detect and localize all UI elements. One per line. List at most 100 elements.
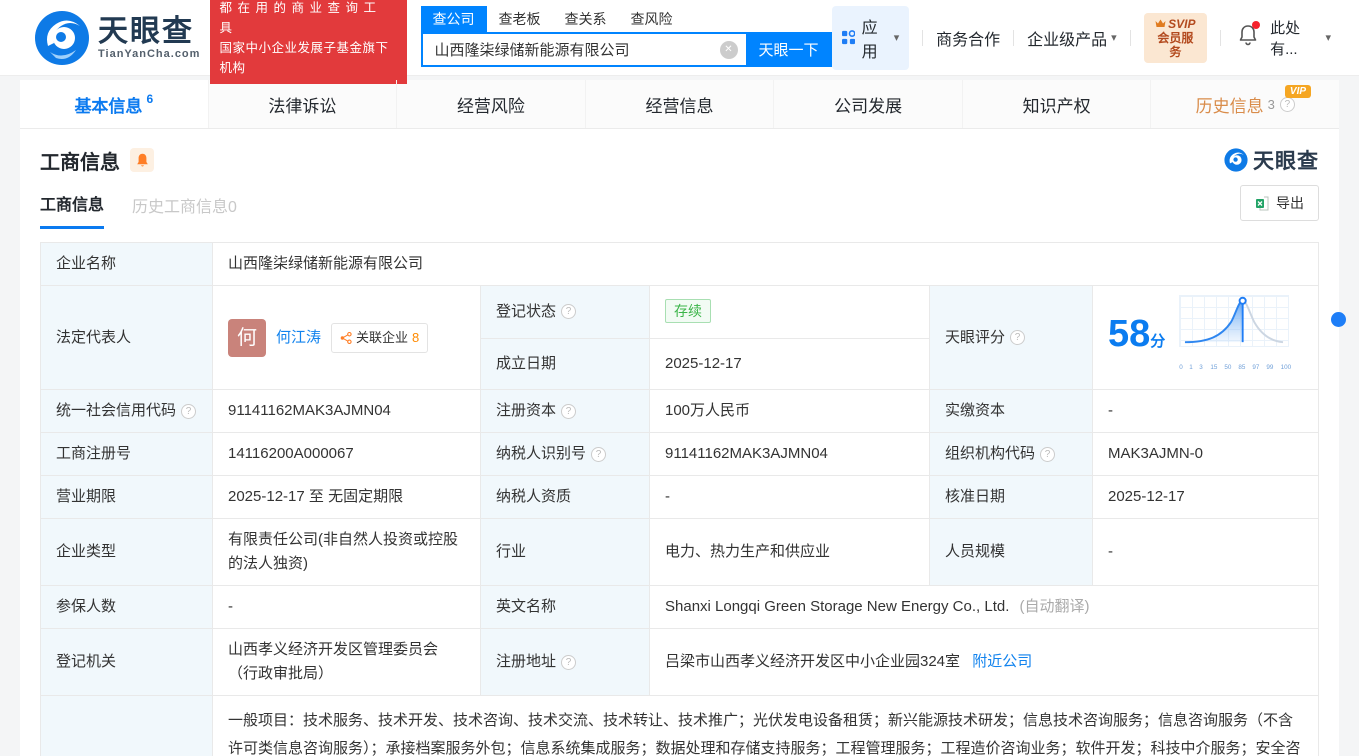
org-code-label-cell: 组织机构代码? <box>929 432 1093 476</box>
tab-basic-info[interactable]: 基本信息 6 <box>20 80 209 128</box>
svip-sublabel: 会员服务 <box>1157 30 1194 59</box>
reg-capital-value: 100万人民币 <box>649 389 930 433</box>
user-caret-icon: ▾ <box>1325 32 1331 44</box>
page: 天眼查 TianYanCha.com 都在用的商业查询工具 国家中小企业发展子基… <box>0 0 1359 756</box>
related-companies-count: 8 <box>412 329 420 345</box>
tab-history-info[interactable]: 历史信息 3 ? VIP <box>1151 80 1339 128</box>
reg-status-help-icon[interactable]: ? <box>561 304 577 320</box>
promo-line-1: 都在用的商业查询工具 <box>219 0 382 35</box>
apps-caret-icon: ▾ <box>893 32 900 44</box>
company-name-label: 企业名称 <box>40 242 213 286</box>
legal-rep-name-link[interactable]: 何江涛 <box>276 326 321 350</box>
notifications-button[interactable] <box>1238 21 1261 51</box>
network-icon <box>340 331 352 344</box>
divider <box>1013 29 1015 46</box>
axis-tick: 15 <box>1209 364 1217 371</box>
svip-label: SVIP <box>1168 16 1196 31</box>
enterprise-caret-icon: ▾ <box>1111 32 1117 44</box>
svip-membership-button[interactable]: SVIP 会员服务 <box>1143 12 1208 63</box>
credit-code-label-cell: 统一社会信用代码? <box>40 389 213 433</box>
search-input[interactable] <box>420 32 746 67</box>
search-tab-relation[interactable]: 查关系 <box>553 6 619 32</box>
divider <box>922 29 924 46</box>
site-logo[interactable]: 天眼查 TianYanCha.com <box>34 10 200 66</box>
tab-legal-proceedings[interactable]: 法律诉讼 <box>209 80 398 128</box>
score-label: 天眼评分 <box>945 328 1006 346</box>
tab-operating-risk[interactable]: 经营风险 <box>397 80 586 128</box>
taxpayer-id-help-icon[interactable]: ? <box>591 446 607 462</box>
excel-icon <box>1256 196 1269 210</box>
watermark-logo-icon <box>1224 148 1248 172</box>
site-header: 天眼查 TianYanCha.com 都在用的商业查询工具 国家中小企业发展子基… <box>0 0 1359 84</box>
search-row: ✕ 天眼一下 <box>420 32 832 67</box>
english-name-cell: Shanxi Longqi Green Storage New Energy C… <box>649 585 1319 629</box>
search-tab-company[interactable]: 查公司 <box>420 6 487 32</box>
nav-enterprise-label: 企业级产品 <box>1027 31 1108 49</box>
section-title: 工商信息 <box>40 151 120 174</box>
reg-capital-help-icon[interactable]: ? <box>561 403 577 419</box>
subscribe-bell-button[interactable] <box>130 148 154 172</box>
table-row: 企业类型 有限责任公司(非自然人投资或控股的法人独资) 行业 电力、热力生产和供… <box>40 518 1319 586</box>
org-code-label: 组织机构代码 <box>945 445 1036 462</box>
tab-history-label: 历史信息 <box>1195 96 1264 116</box>
tab-risk-label: 经营风险 <box>456 96 525 116</box>
reg-authority-label: 登记机关 <box>40 628 213 696</box>
export-button[interactable]: 导出 <box>1240 185 1319 221</box>
score-distribution-chart[interactable]: 0 1 3 15 50 85 97 99 100 <box>1179 295 1291 380</box>
brand-text: 天眼查 TianYanCha.com <box>98 15 201 60</box>
tab-ip-label: 知识产权 <box>1022 96 1091 116</box>
promo-slogan: 都在用的商业查询工具 国家中小企业发展子基金旗下机构 <box>210 0 407 84</box>
orange-bell-icon <box>136 153 148 166</box>
apps-menu[interactable]: 应用 ▾ <box>831 5 910 70</box>
watermark-logo: 天眼查 <box>1224 145 1319 175</box>
paid-capital-label: 实缴资本 <box>929 389 1093 433</box>
tab-operating-info[interactable]: 经营信息 <box>586 80 775 128</box>
history-help-icon[interactable]: ? <box>1279 96 1295 112</box>
score-axis: 0 1 3 15 50 85 97 99 100 <box>1179 356 1291 380</box>
score-cell: 58分 0 1 3 15 50 85 97 99 100 <box>1092 285 1319 390</box>
nav-enterprise-products[interactable]: 企业级产品 ▾ <box>1027 26 1117 50</box>
header-right-nav: 应用 ▾ 商务合作 企业级产品 ▾ SVIP 会员服务 此处有... ▾ <box>831 5 1332 70</box>
user-menu[interactable]: 此处有... ▾ <box>1270 17 1331 59</box>
tab-development-label: 公司发展 <box>834 96 903 116</box>
apps-label: 应用 <box>861 19 878 61</box>
credit-code-help-icon[interactable]: ? <box>181 403 197 419</box>
reg-number-label: 工商注册号 <box>40 432 213 476</box>
tab-company-development[interactable]: 公司发展 <box>774 80 963 128</box>
scope-value: 一般项目：技术服务、技术开发、技术咨询、技术交流、技术转让、技术推广；光伏发电设… <box>212 695 1319 756</box>
brand-domain: TianYanCha.com <box>98 47 201 60</box>
related-companies-badge[interactable]: 关联企业 8 <box>331 322 429 353</box>
legal-rep-avatar[interactable]: 何 <box>228 318 266 357</box>
table-row: 营业期限 2025-12-17 至 无固定期限 纳税人资质 - 核准日期 202… <box>40 475 1319 519</box>
score-help-icon[interactable]: ? <box>1010 330 1026 345</box>
floating-side-widget[interactable] <box>1331 312 1346 327</box>
taxpayer-id-label: 纳税人识别号 <box>496 445 587 462</box>
tab-intellectual-property[interactable]: 知识产权 <box>963 80 1152 128</box>
search-tab-risk[interactable]: 查风险 <box>619 6 685 32</box>
legal-rep-cell: 何 何江涛 关联企业 8 <box>212 285 481 390</box>
nav-business-cooperation[interactable]: 商务合作 <box>936 26 1000 50</box>
clear-search-icon[interactable]: ✕ <box>719 41 738 59</box>
search-tab-boss[interactable]: 查老板 <box>487 6 553 32</box>
credit-code-label: 统一社会信用代码 <box>56 402 177 419</box>
english-name-value: Shanxi Longqi Green Storage New Energy C… <box>665 598 1010 615</box>
address-label-cell: 注册地址? <box>480 628 650 696</box>
address-help-icon[interactable]: ? <box>561 654 577 670</box>
reg-authority-value: 山西孝义经济开发区管理委员会（行政审批局） <box>212 628 481 696</box>
nearby-companies-link[interactable]: 附近公司 <box>972 653 1032 670</box>
address-cell: 吕梁市山西孝义经济开发区中小企业园324室 附近公司 <box>649 628 1319 696</box>
company-name-value: 山西隆柒绿储新能源有限公司 <box>212 242 1319 286</box>
subtab-business-info[interactable]: 工商信息 <box>40 191 105 229</box>
subtabs: 工商信息 历史工商信息0 导出 <box>40 185 1319 229</box>
subtab-history-business-info[interactable]: 历史工商信息0 <box>132 193 237 228</box>
score-curve <box>1179 295 1290 347</box>
score-value: 58分 <box>1108 315 1165 361</box>
tab-basic-info-label: 基本信息 <box>74 96 143 116</box>
business-info-card: 工商信息 天眼查 工商信息 历史工商信息0 导出 企业名称 山西隆柒绿储新能源有… <box>20 129 1346 756</box>
business-term-value: 2025-12-17 至 无固定期限 <box>212 475 481 519</box>
address-value: 吕梁市山西孝义经济开发区中小企业园324室 <box>665 653 961 670</box>
search-button[interactable]: 天眼一下 <box>745 32 832 67</box>
org-code-help-icon[interactable]: ? <box>1040 446 1056 462</box>
section-header: 工商信息 天眼查 <box>40 145 1319 175</box>
related-companies-label: 关联企业 <box>356 329 409 345</box>
